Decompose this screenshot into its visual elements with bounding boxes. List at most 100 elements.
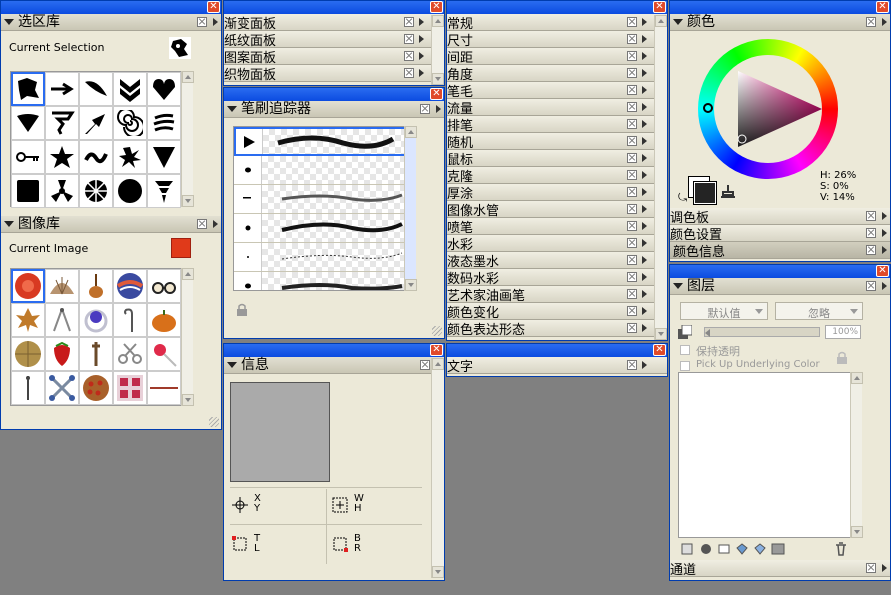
close-panel-icon[interactable]	[404, 34, 414, 44]
close-icon[interactable]: ✕	[207, 1, 220, 13]
panel-menu-icon[interactable]	[642, 69, 647, 77]
image-item[interactable]	[147, 303, 181, 337]
panel-menu-icon[interactable]	[419, 35, 424, 43]
selection-item[interactable]	[113, 72, 147, 106]
panel-menu-icon[interactable]	[419, 52, 424, 60]
brush-item[interactable]	[234, 243, 415, 272]
close-panel-icon[interactable]	[627, 360, 637, 370]
panel-menu-icon[interactable]	[642, 86, 647, 94]
close-icon[interactable]: ✕	[876, 265, 889, 277]
selection-item[interactable]	[45, 174, 79, 208]
composite-method-select[interactable]: 默认值	[680, 302, 768, 320]
image-item[interactable]	[45, 371, 79, 405]
panel-menu-icon[interactable]	[642, 137, 647, 145]
scroll-up-icon[interactable]	[405, 126, 417, 138]
brush-category-row[interactable]: 鼠标	[447, 150, 667, 168]
panel-menu-icon[interactable]	[419, 69, 424, 77]
brush-category-row[interactable]: 数码水彩	[447, 269, 667, 287]
brush-category-row[interactable]: 颜色变化	[447, 303, 667, 321]
panel-menu-icon[interactable]	[642, 307, 647, 315]
panel-menu-icon[interactable]	[419, 18, 424, 26]
close-panel-icon[interactable]	[866, 281, 876, 291]
close-panel-icon[interactable]	[627, 289, 637, 299]
image-item[interactable]	[113, 303, 147, 337]
close-panel-icon[interactable]	[420, 360, 430, 370]
selection-item[interactable]	[147, 72, 181, 106]
panel-menu-icon[interactable]	[642, 290, 647, 298]
image-item[interactable]	[113, 337, 147, 371]
close-panel-icon[interactable]	[627, 221, 637, 231]
selection-library-header[interactable]: 选区库	[1, 14, 221, 31]
scroll-down-icon[interactable]	[432, 566, 444, 578]
layer-list-scrollbar[interactable]	[850, 372, 863, 538]
close-panel-icon[interactable]	[866, 563, 876, 573]
image-item[interactable]	[45, 303, 79, 337]
panel-menu-icon[interactable]	[642, 361, 647, 369]
image-item[interactable]	[11, 337, 45, 371]
selection-item[interactable]	[11, 106, 45, 140]
panel-menu-icon[interactable]	[882, 282, 887, 290]
panel-menu-icon[interactable]	[642, 52, 647, 60]
close-panel-icon[interactable]	[627, 272, 637, 282]
scroll-up-icon[interactable]	[182, 268, 194, 280]
panel-menu-icon[interactable]	[642, 171, 647, 179]
brush-category-row[interactable]: 间距	[447, 48, 667, 66]
selection-item[interactable]	[79, 106, 113, 140]
collapse-icon[interactable]	[227, 362, 237, 368]
close-icon[interactable]: ✕	[430, 344, 443, 356]
close-panel-icon[interactable]	[627, 119, 637, 129]
image-scrollbar[interactable]	[181, 268, 194, 406]
panel-menu-icon[interactable]	[642, 120, 647, 128]
brush-category-row[interactable]: 尺寸	[447, 31, 667, 49]
close-panel-icon[interactable]	[866, 228, 876, 238]
selection-item[interactable]	[11, 174, 45, 208]
content-panels-scrollbar[interactable]	[431, 15, 444, 85]
close-panel-icon[interactable]	[627, 68, 637, 78]
selection-item[interactable]	[113, 106, 147, 140]
image-library-header[interactable]: 图像库	[1, 216, 221, 233]
brush-item[interactable]	[234, 185, 415, 214]
image-item[interactable]	[45, 337, 79, 371]
close-panel-icon[interactable]	[627, 34, 637, 44]
brush-tracker-titlebar[interactable]: ✕	[224, 88, 444, 101]
new-layer-icon[interactable]	[716, 542, 732, 556]
panel-menu-icon[interactable]	[642, 154, 647, 162]
collapse-icon[interactable]	[673, 19, 683, 25]
scroll-down-icon[interactable]	[851, 526, 863, 538]
close-panel-icon[interactable]	[404, 51, 414, 61]
brush-category-row[interactable]: 角度	[447, 65, 667, 83]
image-item[interactable]	[113, 269, 147, 303]
scroll-down-icon[interactable]	[182, 195, 194, 207]
scroll-down-icon[interactable]	[432, 73, 444, 85]
scroll-up-icon[interactable]	[432, 15, 444, 27]
scroll-down-icon[interactable]	[405, 279, 417, 291]
close-panel-icon[interactable]	[627, 17, 637, 27]
close-panel-icon[interactable]	[866, 211, 876, 221]
panel-menu-icon[interactable]	[882, 212, 887, 220]
collapse-icon[interactable]	[227, 106, 237, 112]
collapse-icon[interactable]	[4, 221, 14, 227]
paper-panel-row[interactable]: 纸纹面板	[224, 31, 444, 49]
scroll-up-icon[interactable]	[655, 15, 667, 27]
close-panel-icon[interactable]	[866, 245, 876, 255]
brush-category-row[interactable]: 笔毛	[447, 82, 667, 100]
color-header[interactable]: 颜色	[670, 14, 890, 31]
brush-category-row[interactable]: 图像水管	[447, 201, 667, 219]
close-panel-icon[interactable]	[627, 323, 637, 333]
close-panel-icon[interactable]	[627, 51, 637, 61]
panel-menu-icon[interactable]	[642, 188, 647, 196]
info-header[interactable]: 信息	[224, 357, 444, 374]
close-panel-icon[interactable]	[627, 153, 637, 163]
panel-menu-icon[interactable]	[213, 220, 218, 228]
color-wheel[interactable]	[698, 39, 838, 179]
info-scrollbar[interactable]	[431, 358, 444, 578]
scroll-down-icon[interactable]	[182, 394, 194, 406]
primary-color-swatch[interactable]	[693, 181, 717, 205]
collapse-icon[interactable]	[673, 283, 683, 289]
info-titlebar[interactable]: ✕	[224, 344, 444, 357]
brush-category-row[interactable]: 克隆	[447, 167, 667, 185]
channels-row[interactable]: 通道	[670, 560, 890, 578]
brush-category-row[interactable]: 常规	[447, 14, 667, 32]
layer-commands-icon[interactable]	[680, 542, 696, 556]
close-icon[interactable]: ✕	[876, 1, 889, 13]
